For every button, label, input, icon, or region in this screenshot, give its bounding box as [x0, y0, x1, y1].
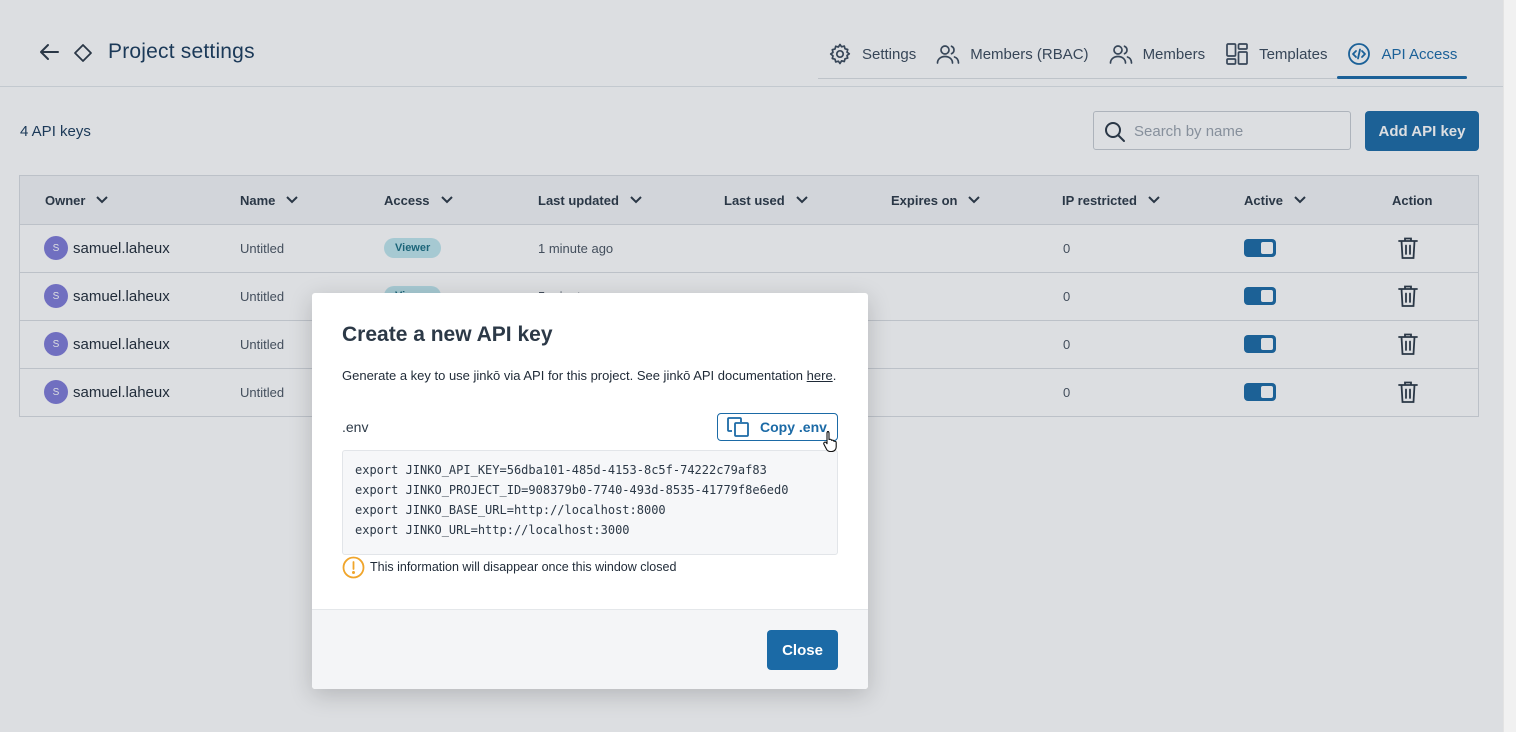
- modal-description: Generate a key to use jinkō via API for …: [342, 368, 836, 383]
- warning-icon: [342, 556, 365, 578]
- close-button[interactable]: Close: [767, 630, 838, 670]
- copy-icon: [727, 417, 749, 437]
- modal-footer: Close: [312, 609, 868, 689]
- env-label: .env: [342, 419, 369, 435]
- scrollbar[interactable]: [1503, 0, 1516, 732]
- copy-env-label: Copy .env: [760, 419, 827, 435]
- code-line: export JINKO_PROJECT_ID=908379b0-7740-49…: [355, 483, 789, 497]
- hand-cursor-icon: [823, 430, 837, 452]
- modal-title: Create a new API key: [342, 323, 553, 346]
- code-line: export JINKO_API_KEY=56dba101-485d-4153-…: [355, 463, 767, 477]
- create-api-key-modal: Create a new API key Generate a key to u…: [312, 293, 868, 689]
- copy-env-button[interactable]: Copy .env: [717, 413, 838, 441]
- documentation-link[interactable]: here: [807, 368, 833, 383]
- description-end: .: [832, 368, 837, 383]
- description-text: Generate a key to use jinkō via API for …: [342, 368, 807, 383]
- env-code-block[interactable]: export JINKO_API_KEY=56dba101-485d-4153-…: [342, 450, 838, 555]
- warning-text: This information will disappear once thi…: [370, 560, 677, 574]
- code-line: export JINKO_BASE_URL=http://localhost:8…: [355, 503, 666, 517]
- warning-message: This information will disappear once thi…: [342, 555, 676, 579]
- code-line: export JINKO_URL=http://localhost:3000: [355, 523, 630, 537]
- page: Project settings Settings Members (RBAC)…: [0, 0, 1503, 732]
